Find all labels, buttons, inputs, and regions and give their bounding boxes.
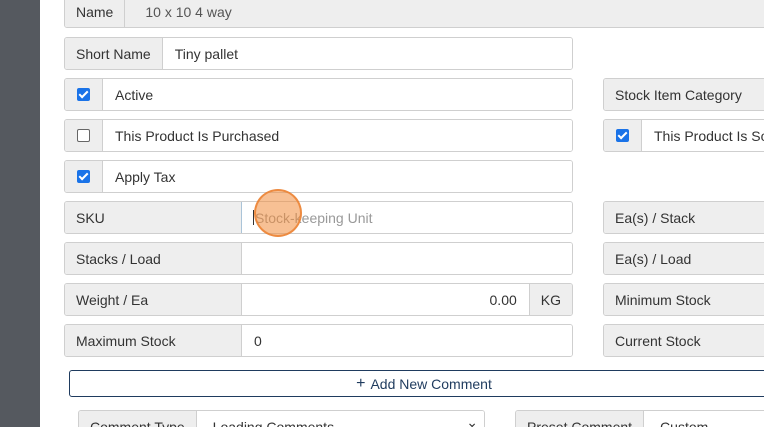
sold-field: This Product Is Sold: [603, 119, 764, 152]
active-checkbox-wrap: [65, 79, 103, 110]
max-stock-label: Maximum Stock: [65, 325, 242, 356]
weight-field: Weight / Ea 0.00 KG: [64, 283, 573, 316]
current-stock-field: Current Stock: [603, 324, 764, 357]
active-checkbox[interactable]: [77, 88, 90, 101]
plus-icon: +: [356, 374, 366, 392]
purchased-label: This Product Is Purchased: [103, 120, 572, 151]
add-comment-label: Add New Comment: [370, 375, 492, 392]
apply-tax-field: Apply Tax: [64, 160, 573, 193]
comment-type-select[interactable]: Loading Comments: [196, 411, 484, 427]
weight-label: Weight / Ea: [65, 284, 242, 315]
comment-type-field: Comment Type Loading Comments: [78, 410, 485, 427]
modal-backdrop: [0, 0, 40, 427]
max-stock-input[interactable]: 0: [242, 325, 572, 356]
max-stock-field: Maximum Stock 0: [64, 324, 573, 357]
stock-category-label: Stock Item Category: [604, 79, 764, 110]
text-caret: [253, 210, 254, 225]
add-comment-button[interactable]: + Add New Comment: [69, 370, 764, 397]
min-stock-field: Minimum Stock: [603, 283, 764, 316]
ea-load-label: Ea(s) / Load: [604, 243, 764, 274]
apply-tax-label: Apply Tax: [103, 161, 572, 192]
stacks-load-input[interactable]: [242, 243, 572, 274]
sku-placeholder: Stock-keeping Unit: [255, 209, 373, 226]
active-label: Active: [103, 79, 572, 110]
name-label: Name: [65, 0, 126, 27]
stacks-load-field: Stacks / Load: [64, 242, 573, 275]
purchased-checkbox[interactable]: [77, 129, 90, 142]
apply-tax-checkbox-wrap: [65, 161, 103, 192]
sku-input[interactable]: Stock-keeping Unit: [242, 202, 572, 233]
stacks-load-label: Stacks / Load: [65, 243, 242, 274]
ea-stack-field: Ea(s) / Stack: [603, 201, 764, 234]
preset-comment-select[interactable]: Custom: [644, 411, 764, 427]
min-stock-label: Minimum Stock: [604, 284, 764, 315]
short-name-input[interactable]: Tiny pallet: [162, 38, 572, 69]
sold-checkbox[interactable]: [616, 129, 629, 142]
active-field: Active: [64, 78, 573, 111]
comment-type-label: Comment Type: [79, 411, 197, 427]
sold-label: This Product Is Sold: [642, 120, 764, 151]
ea-stack-label: Ea(s) / Stack: [604, 202, 764, 233]
weight-input[interactable]: 0.00: [242, 284, 529, 315]
weight-unit: KG: [528, 284, 572, 315]
ea-load-field: Ea(s) / Load: [603, 242, 764, 275]
sold-checkbox-wrap: [604, 120, 642, 151]
current-stock-label: Current Stock: [604, 325, 764, 356]
sku-field: SKU Stock-keeping Unit: [64, 201, 573, 234]
short-name-field: Short Name Tiny pallet: [64, 37, 573, 70]
name-field: Name 10 x 10 4 way: [64, 0, 764, 28]
sku-label: SKU: [65, 202, 242, 233]
purchased-checkbox-wrap: [65, 120, 103, 151]
name-value: 10 x 10 4 way: [125, 0, 764, 27]
short-name-label: Short Name: [65, 38, 163, 69]
preset-comment-field: Preset Comment Custom: [515, 410, 764, 427]
edit-product-modal: Name 10 x 10 4 way Short Name Tiny palle…: [40, 0, 764, 427]
purchased-field: This Product Is Purchased: [64, 119, 573, 152]
stock-category-field: Stock Item Category: [603, 78, 764, 111]
apply-tax-checkbox[interactable]: [77, 170, 90, 183]
preset-comment-label: Preset Comment: [516, 411, 645, 427]
